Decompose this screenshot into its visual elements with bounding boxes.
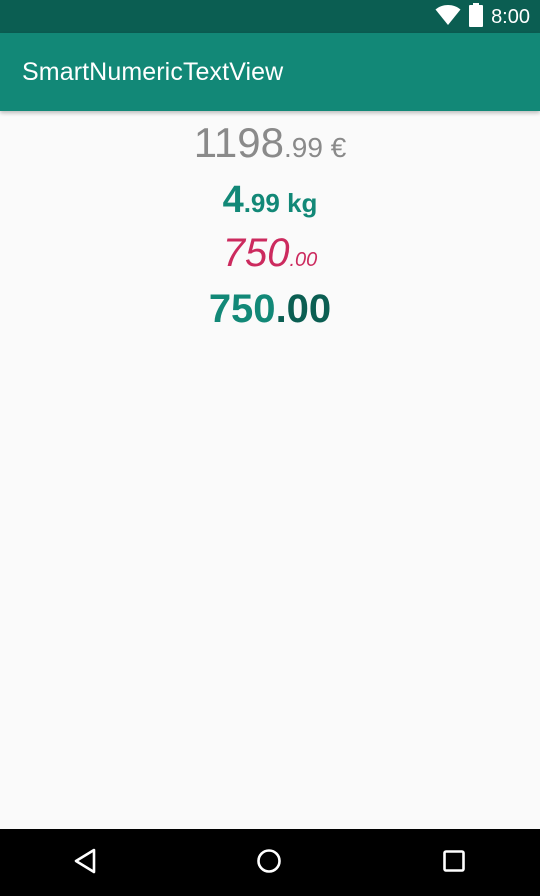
integer-part: 750: [208, 287, 276, 331]
battery-icon: [469, 2, 484, 31]
decimal-part: .00: [275, 287, 332, 331]
content-area: 1198.99 € 4.99 kg 750.00 750.00: [0, 111, 540, 829]
status-time: 8:00: [491, 5, 530, 28]
numeric-text-view-weight: 4.99 kg: [0, 179, 540, 222]
app-title: SmartNumericTextView: [22, 57, 284, 86]
screen: 8:00 SmartNumericTextView 1198.99 € 4.99…: [0, 0, 540, 896]
navigation-bar: [0, 829, 540, 896]
numeric-text-view-bold: 750.00: [0, 287, 540, 332]
back-button[interactable]: [45, 829, 125, 896]
app-bar: SmartNumericTextView: [0, 33, 540, 111]
wifi-icon: [435, 4, 461, 30]
status-icons: 8:00: [435, 0, 530, 33]
integer-part: 4: [222, 179, 244, 221]
recent-apps-button[interactable]: [414, 829, 494, 896]
integer-part: 750: [222, 231, 290, 275]
decimal-part: .99 kg: [243, 188, 318, 218]
home-button[interactable]: [229, 829, 309, 896]
back-icon: [72, 847, 98, 879]
numeric-text-view-italic: 750.00: [0, 231, 540, 276]
decimal-part: .00: [289, 249, 318, 271]
integer-part: 1198: [193, 119, 285, 166]
recent-apps-icon: [441, 848, 467, 878]
decimal-part: .99 €: [284, 132, 347, 163]
status-bar: 8:00: [0, 0, 540, 33]
numeric-text-view-price: 1198.99 €: [0, 119, 540, 167]
home-icon: [255, 847, 283, 879]
